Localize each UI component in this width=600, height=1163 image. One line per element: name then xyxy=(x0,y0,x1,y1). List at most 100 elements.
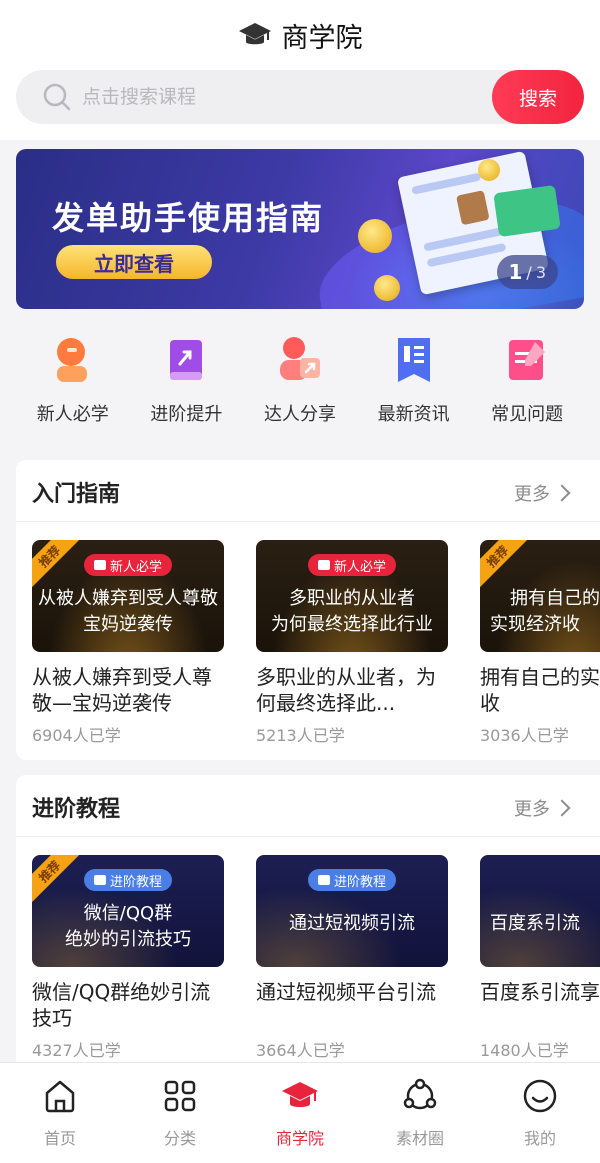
course-cards: 推荐 进阶教程 微信/QQ群 绝妙的引流技巧 微信/QQ群绝妙引流技巧 4327… xyxy=(32,855,600,1075)
quick-link-label: 进阶提升 xyxy=(150,404,223,425)
course-title: 拥有自己的实现经济收 xyxy=(480,665,600,715)
banner-pager: 1 / 3 xyxy=(496,255,558,289)
tab-label: 我的 xyxy=(523,1129,556,1148)
search-bar: 搜索 xyxy=(16,70,584,124)
learner-count: 3036人已学 xyxy=(480,726,569,745)
thumb-line: 拥有自己的 xyxy=(510,588,600,609)
recommend-ribbon: 推荐 xyxy=(480,540,529,588)
pager-total: 3 xyxy=(535,262,546,282)
thumb-line: 从被人嫌弃到受人尊敬 xyxy=(38,588,218,609)
page-title: 商学院 xyxy=(281,22,363,54)
course-title: 从被人嫌弃到受人尊敬—宝妈逆袭传 xyxy=(32,665,212,715)
course-card[interactable]: 新人必学 多职业的从业者 为何最终选择此行业 多职业的从业者，为何最终选择此..… xyxy=(256,540,448,746)
pager-current: 1 xyxy=(508,260,523,284)
thumb-line: 百度系引流 xyxy=(490,913,580,934)
thumb-line: 多职业的从业者 xyxy=(289,588,415,609)
cap-mini-icon xyxy=(93,560,106,570)
quick-link-newbie[interactable]: 新人必学 xyxy=(16,332,130,432)
course-tag-label: 进阶教程 xyxy=(109,874,163,890)
chevron-right-icon xyxy=(553,484,571,502)
thumb-line: 实现经济收 xyxy=(490,614,580,635)
banner-title: 发单助手使用指南 xyxy=(52,199,325,237)
book-mini-icon xyxy=(317,875,330,885)
course-title: 多职业的从业者，为何最终选择此... xyxy=(256,665,436,715)
tab-business-school[interactable]: 商学院 xyxy=(240,1063,360,1163)
course-card[interactable]: 进阶 百度系引流 百度系引流享 1480人已学 xyxy=(480,855,600,1061)
quick-link-label: 常见问题 xyxy=(491,404,564,425)
quick-link-label: 最新资讯 xyxy=(377,404,450,425)
learner-count: 6904人已学 xyxy=(32,726,121,745)
header: 商学院 搜索 xyxy=(0,0,600,140)
section-title: 进阶教程 xyxy=(32,797,121,822)
book-arrow-icon xyxy=(170,340,203,380)
more-label: 更多 xyxy=(514,799,550,820)
course-title: 百度系引流享 xyxy=(480,980,600,1004)
more-label: 更多 xyxy=(514,484,550,505)
share-user-icon xyxy=(279,337,320,380)
profile-face-icon xyxy=(523,1079,557,1113)
recommend-ribbon: 推荐 xyxy=(32,540,81,588)
thumb-line: 微信/QQ群 xyxy=(83,903,173,924)
tab-mine[interactable]: 我的 xyxy=(480,1063,600,1163)
tab-home[interactable]: 首页 xyxy=(0,1063,120,1163)
section-header: 入门指南 更多 xyxy=(16,460,600,522)
course-thumbnail: 推荐 进阶教程 微信/QQ群 绝妙的引流技巧 xyxy=(32,855,224,967)
person-icon xyxy=(56,338,87,382)
news-icon xyxy=(397,338,430,382)
search-button[interactable]: 搜索 xyxy=(492,70,584,124)
graduation-cap-icon xyxy=(282,1082,318,1107)
home-icon xyxy=(45,1080,75,1113)
course-tag-label: 新人必学 xyxy=(109,559,163,575)
course-tag: 新人必学 xyxy=(83,554,173,576)
coin-icon xyxy=(374,275,400,301)
chevron-right-icon xyxy=(553,799,571,817)
more-link[interactable]: 更多 xyxy=(514,480,571,506)
learner-count: 5213人已学 xyxy=(256,726,345,745)
graduation-cap-icon xyxy=(238,23,271,45)
course-tag: 进阶教程 xyxy=(83,869,173,891)
course-thumbnail: 进阶教程 通过短视频引流 xyxy=(256,855,448,967)
course-card[interactable]: 进阶教程 通过短视频引流 通过短视频平台引流 3664人已学 xyxy=(256,855,448,1061)
course-card[interactable]: 推荐 新人必学 从被人嫌弃到受人尊敬 宝妈逆袭传 从被人嫌弃到受人尊敬—宝妈逆袭… xyxy=(32,540,224,746)
section-title: 入门指南 xyxy=(32,482,121,507)
tab-label: 分类 xyxy=(163,1129,196,1148)
tab-label: 商学院 xyxy=(275,1129,324,1148)
category-grid-icon xyxy=(164,1080,196,1112)
section-header: 进阶教程 更多 xyxy=(16,775,600,837)
course-tag-label: 进阶教程 xyxy=(333,874,387,890)
course-title: 通过短视频平台引流 xyxy=(256,980,436,1004)
coin-icon xyxy=(358,219,392,253)
quick-link-advanced[interactable]: 进阶提升 xyxy=(130,332,244,432)
quick-link-faq[interactable]: 常见问题 xyxy=(470,332,584,432)
recommend-ribbon: 推荐 xyxy=(32,855,81,903)
course-card[interactable]: 推荐 进阶教程 微信/QQ群 绝妙的引流技巧 微信/QQ群绝妙引流技巧 4327… xyxy=(32,855,224,1061)
title-row: 商学院 xyxy=(0,12,600,58)
section-advanced-tutorial: 进阶教程 更多 推荐 进阶教程 微信/QQ群 绝妙的引流技巧 微信/QQ群绝妙引… xyxy=(16,775,600,1075)
bottom-tab-bar: 首页 分类 商学院 素材圈 我的 xyxy=(0,1062,600,1163)
quick-link-news[interactable]: 最新资讯 xyxy=(357,332,471,432)
thumb-line: 通过短视频引流 xyxy=(289,913,415,934)
search-input[interactable] xyxy=(82,70,482,124)
learner-count: 1480人已学 xyxy=(480,1041,569,1060)
course-cards: 推荐 新人必学 从被人嫌弃到受人尊敬 宝妈逆袭传 从被人嫌弃到受人尊敬—宝妈逆袭… xyxy=(32,540,600,760)
tab-material-circle[interactable]: 素材圈 xyxy=(360,1063,480,1163)
quick-link-share[interactable]: 达人分享 xyxy=(243,332,357,432)
wechat-card-illustration xyxy=(493,184,561,238)
thumb-line: 绝妙的引流技巧 xyxy=(65,929,191,950)
learner-count: 3664人已学 xyxy=(256,1041,345,1060)
course-thumbnail: 新人必学 多职业的从业者 为何最终选择此行业 xyxy=(256,540,448,652)
thumb-line: 为何最终选择此行业 xyxy=(271,614,433,635)
search-icon xyxy=(43,83,71,111)
coin-icon xyxy=(478,159,500,181)
promo-banner[interactable]: 发单助手使用指南 立即查看 1 / 3 xyxy=(16,149,584,309)
tab-category[interactable]: 分类 xyxy=(120,1063,240,1163)
learner-count: 4327人已学 xyxy=(32,1041,121,1060)
course-thumbnail: 推荐 新人 拥有自己的 实现经济收 xyxy=(480,540,600,652)
course-thumbnail: 进阶 百度系引流 xyxy=(480,855,600,967)
section-beginner-guide: 入门指南 更多 推荐 新人必学 从被人嫌弃到受人尊敬 宝妈逆袭传 从被人嫌弃到受… xyxy=(16,460,600,760)
course-card[interactable]: 推荐 新人 拥有自己的 实现经济收 拥有自己的实现经济收 3036人已学 xyxy=(480,540,600,746)
thumb-line: 宝妈逆袭传 xyxy=(83,614,173,635)
banner-view-button[interactable]: 立即查看 xyxy=(56,245,212,279)
quick-link-label: 新人必学 xyxy=(36,404,109,425)
more-link[interactable]: 更多 xyxy=(514,795,571,821)
